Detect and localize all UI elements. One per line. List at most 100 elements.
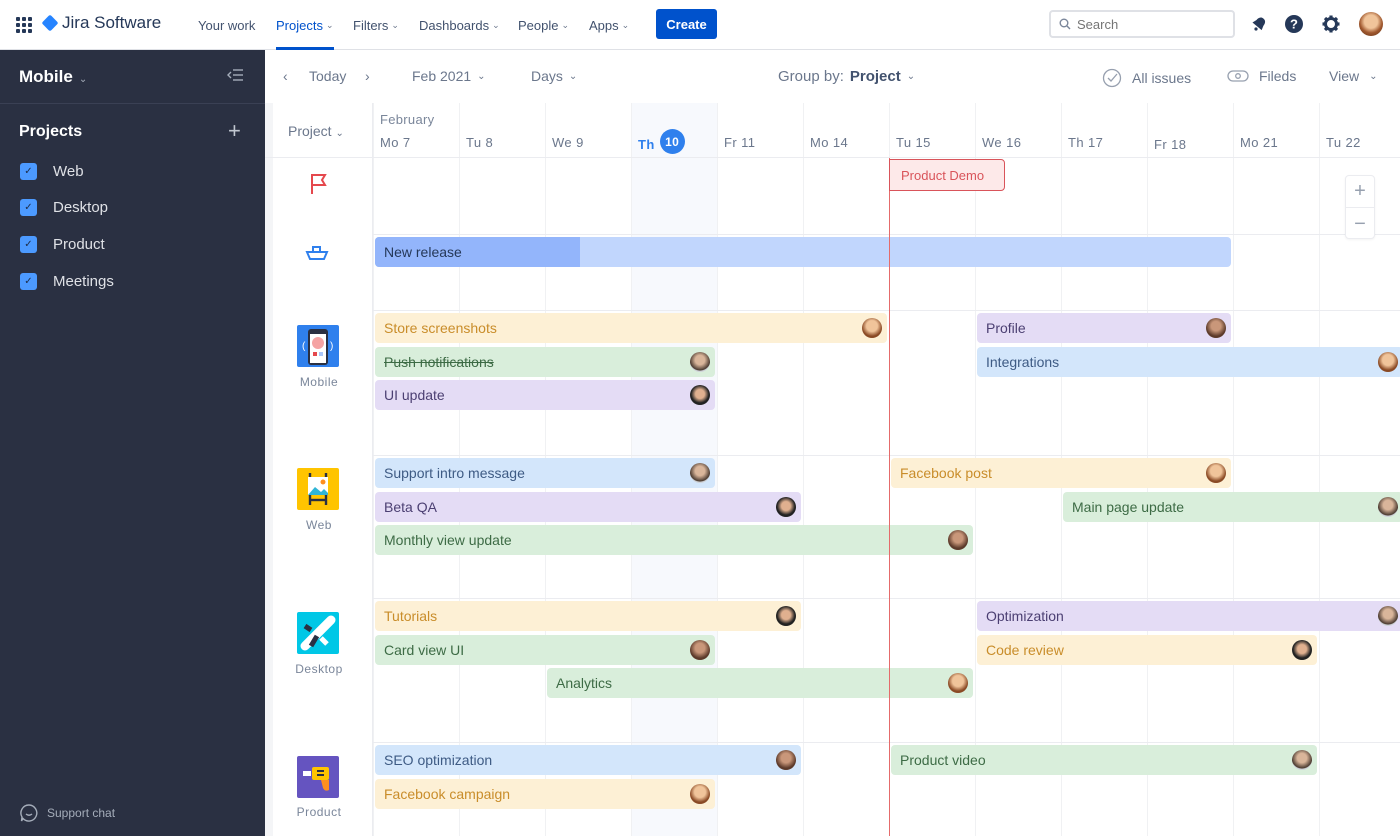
day-label: We 9 [552, 135, 584, 150]
checkbox-checked-icon[interactable]: ✓ [20, 199, 37, 216]
assignee-avatar[interactable] [1378, 496, 1398, 517]
scale-picker[interactable]: Days ⌄ [531, 68, 577, 84]
assignee-avatar[interactable] [948, 673, 968, 694]
board-switcher[interactable]: Mobile ⌄ [19, 67, 87, 87]
chat-bubble-icon [20, 804, 38, 822]
milestone-product-demo[interactable]: Product Demo [889, 159, 1005, 191]
row-divider [373, 455, 1400, 456]
task-label: Store screenshots [384, 320, 497, 336]
task-bar[interactable]: Card view UI [375, 634, 715, 665]
day-header: Mo 7 [380, 135, 411, 150]
search-input[interactable] [1077, 16, 1217, 32]
task-bar[interactable]: Monthly view update [375, 525, 973, 556]
assignee-avatar[interactable] [690, 463, 710, 483]
prev-button[interactable]: ‹ [283, 68, 288, 84]
task-bar[interactable]: Profile [977, 313, 1231, 343]
all-issues-filter[interactable]: All issues [1102, 68, 1191, 88]
nav-apps[interactable]: Apps ⌄ [589, 0, 629, 50]
nav-your-work[interactable]: Your work [198, 0, 255, 50]
sidebar-item-meetings[interactable]: ✓ Meetings [20, 273, 114, 290]
zoom-in-button[interactable]: + [1346, 176, 1374, 208]
task-bar[interactable]: Beta QA [375, 491, 801, 522]
assignee-avatar[interactable] [776, 496, 796, 517]
task-label: Profile [986, 320, 1026, 336]
timeline-header: Project ⌄ February Mo 7 Tu 8 We 9 Th 10 Fr 11… [265, 103, 1400, 158]
jira-logo[interactable]: Jira Software [41, 13, 161, 33]
assignee-avatar[interactable] [1378, 606, 1398, 626]
task-bar[interactable]: Integrations [977, 346, 1400, 377]
help-icon[interactable]: ? [1283, 13, 1305, 35]
group-by-select[interactable]: Group by: Project ⌄ [778, 68, 915, 85]
task-label: Support intro message [384, 465, 525, 481]
notifications-icon[interactable] [1248, 13, 1270, 35]
checkbox-checked-icon[interactable]: ✓ [20, 273, 37, 290]
nav-people[interactable]: People ⌄ [518, 0, 569, 50]
task-label: Push notifications [384, 353, 494, 370]
assignee-avatar[interactable] [1206, 318, 1226, 338]
assignee-avatar[interactable] [1292, 639, 1312, 660]
assignee-avatar[interactable] [690, 385, 710, 406]
assignee-avatar[interactable] [690, 639, 710, 660]
project-column-header[interactable]: Project ⌄ [288, 123, 344, 139]
check-circle-icon [1102, 68, 1122, 88]
settings-icon[interactable] [1320, 13, 1342, 35]
search-box[interactable] [1049, 10, 1235, 38]
next-button[interactable]: › [365, 68, 370, 84]
sidebar-item-web[interactable]: ✓ Web [20, 163, 84, 180]
task-bar[interactable]: Push notifications [375, 346, 715, 377]
nav-projects[interactable]: Projects ⌄ [276, 0, 334, 50]
fields-toggle[interactable]: Fileds [1227, 68, 1296, 84]
view-menu[interactable]: View ⌄ [1329, 68, 1377, 84]
checkbox-checked-icon[interactable]: ✓ [20, 163, 37, 180]
task-bar[interactable]: Optimization [977, 601, 1400, 631]
sidebar-item-desktop[interactable]: ✓ Desktop [20, 199, 108, 216]
assignee-avatar[interactable] [690, 351, 710, 372]
assignee-avatar[interactable] [862, 318, 882, 338]
create-button[interactable]: Create [656, 9, 717, 39]
projects-heading: Projects [19, 123, 83, 140]
day-column-divider [1319, 103, 1320, 836]
assignee-avatar[interactable] [776, 606, 796, 626]
day-label: Fr 18 [1154, 137, 1187, 152]
assignee-avatar[interactable] [948, 530, 968, 551]
day-label: Tu 8 [466, 135, 494, 150]
nav-label: Dashboards [419, 17, 490, 33]
assignee-avatar[interactable] [1206, 463, 1226, 483]
checkbox-checked-icon[interactable]: ✓ [20, 236, 37, 253]
assignee-avatar[interactable] [690, 783, 710, 804]
zoom-out-button[interactable]: − [1346, 208, 1374, 240]
add-project-icon[interactable]: + [228, 120, 241, 142]
task-bar[interactable]: Facebook post [891, 458, 1231, 488]
user-avatar[interactable] [1359, 12, 1383, 36]
task-bar[interactable]: Product video [891, 745, 1317, 775]
day-label: Mo 14 [810, 135, 849, 150]
month-picker[interactable]: Feb 2021 ⌄ [412, 68, 486, 84]
task-label: Code review [986, 641, 1064, 658]
task-bar[interactable]: Store screenshots [375, 313, 887, 343]
task-bar[interactable]: Tutorials [375, 601, 801, 631]
support-chat-link[interactable]: Support chat [19, 803, 115, 823]
task-bar[interactable]: SEO optimization [375, 745, 801, 775]
assignee-avatar[interactable] [776, 750, 796, 770]
task-bar[interactable]: Facebook campaign [375, 778, 715, 809]
assignee-avatar[interactable] [1378, 351, 1398, 372]
day-header: Tu 15 [896, 135, 931, 150]
row-divider [373, 310, 1400, 311]
task-bar[interactable]: Main page update [1063, 491, 1400, 522]
mobile-project-icon: () [297, 325, 339, 367]
task-bar[interactable]: Code review [977, 634, 1317, 665]
day-column-divider [803, 103, 804, 836]
nav-filters[interactable]: Filters ⌄ [353, 0, 399, 50]
nav-dashboards[interactable]: Dashboards ⌄ [419, 0, 500, 50]
task-bar[interactable]: Support intro message [375, 458, 715, 488]
sidebar-item-product[interactable]: ✓ Product [20, 236, 105, 253]
day-label: Tu 22 [1326, 135, 1361, 150]
assignee-avatar[interactable] [1292, 750, 1312, 770]
task-bar[interactable]: Analytics [547, 668, 973, 699]
release-bar[interactable]: New release [375, 237, 1231, 267]
app-switcher-icon[interactable] [16, 17, 32, 33]
jira-diamond-icon [41, 14, 59, 32]
today-button[interactable]: Today [309, 68, 346, 84]
task-bar[interactable]: UI update [375, 380, 715, 411]
collapse-sidebar-icon[interactable] [227, 68, 243, 85]
